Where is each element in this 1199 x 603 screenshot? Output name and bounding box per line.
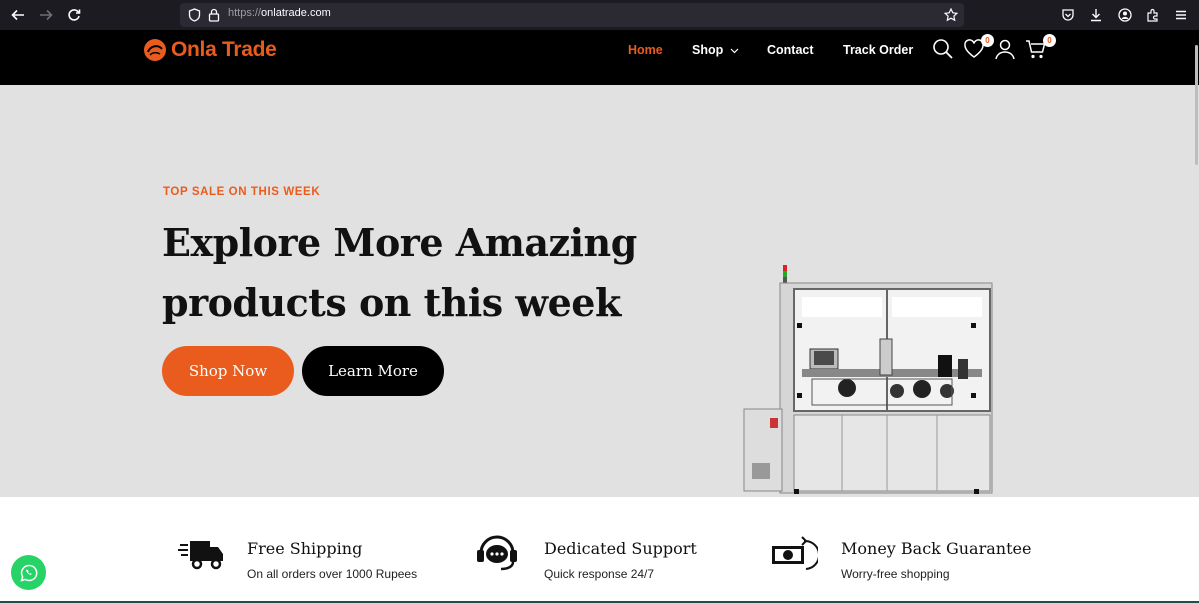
extensions-icon[interactable] (1143, 5, 1163, 25)
feature-subtitle: Quick response 24/7 (544, 567, 655, 581)
url-host: onlatrade.com (261, 7, 331, 19)
machine-product-image (743, 265, 993, 494)
browser-toolbar: https://onlatrade.com (0, 0, 1199, 30)
hero-title: Explore More Amazing products on this we… (162, 213, 682, 333)
hero-banner: TOP SALE ON THIS WEEK Explore More Amazi… (0, 85, 1199, 497)
site-header: Onla Trade Home Shop Contact Track Order… (0, 30, 1199, 85)
feature-title: Money Back Guarantee (841, 539, 1032, 558)
truck-icon (178, 541, 223, 570)
nav-contact[interactable]: Contact (767, 43, 814, 57)
learn-more-button[interactable]: Learn More (302, 346, 444, 396)
url-protocol: https:// (228, 7, 262, 19)
cart-count-badge: 0 (1043, 34, 1056, 47)
feature-title: Free Shipping (247, 539, 363, 558)
pocket-icon[interactable] (1058, 5, 1078, 25)
shop-now-button[interactable]: Shop Now (162, 346, 294, 396)
nav-track-order[interactable]: Track Order (843, 43, 913, 57)
forward-arrow-icon[interactable] (32, 1, 60, 29)
account-icon[interactable] (1115, 5, 1135, 25)
scrollbar-thumb[interactable] (1195, 45, 1198, 165)
search-icon[interactable] (932, 38, 956, 62)
menu-icon[interactable] (1171, 5, 1191, 25)
back-arrow-icon[interactable] (4, 1, 32, 29)
nav-shop[interactable]: Shop (692, 43, 739, 57)
reload-icon[interactable] (60, 1, 88, 29)
whatsapp-icon (19, 564, 37, 582)
feature-title: Dedicated Support (544, 539, 697, 558)
shield-icon[interactable] (184, 5, 204, 25)
url-text[interactable]: https://onlatrade.com (228, 7, 331, 19)
nav-shop-label: Shop (692, 43, 724, 57)
url-bar[interactable]: https://onlatrade.com (180, 3, 964, 27)
whatsapp-chat-button[interactable] (11, 555, 46, 590)
star-icon[interactable] (941, 5, 961, 25)
hero-title-line2: products on this week (162, 280, 621, 325)
money-back-icon (772, 536, 818, 570)
hero-title-line1: Explore More Amazing (162, 220, 637, 265)
wishlist-count-badge: 0 (981, 34, 994, 47)
wishlist-heart-icon[interactable]: 0 (963, 34, 994, 62)
cart-icon[interactable]: 0 (1025, 34, 1056, 62)
lock-icon[interactable] (204, 5, 224, 25)
feature-subtitle: On all orders over 1000 Rupees (247, 567, 418, 581)
user-icon[interactable] (994, 38, 1018, 62)
main-nav: Home Shop Contact Track Order (0, 43, 1199, 63)
hero-kicker: TOP SALE ON THIS WEEK (163, 186, 321, 198)
download-icon[interactable] (1086, 5, 1106, 25)
support-icon (477, 535, 517, 571)
nav-home[interactable]: Home (628, 43, 663, 57)
features-strip: Free Shipping On all orders over 1000 Ru… (0, 497, 1199, 603)
feature-subtitle: Worry-free shopping (841, 567, 950, 581)
chevron-down-icon (730, 48, 739, 54)
page-scrollbar[interactable] (1194, 30, 1199, 603)
